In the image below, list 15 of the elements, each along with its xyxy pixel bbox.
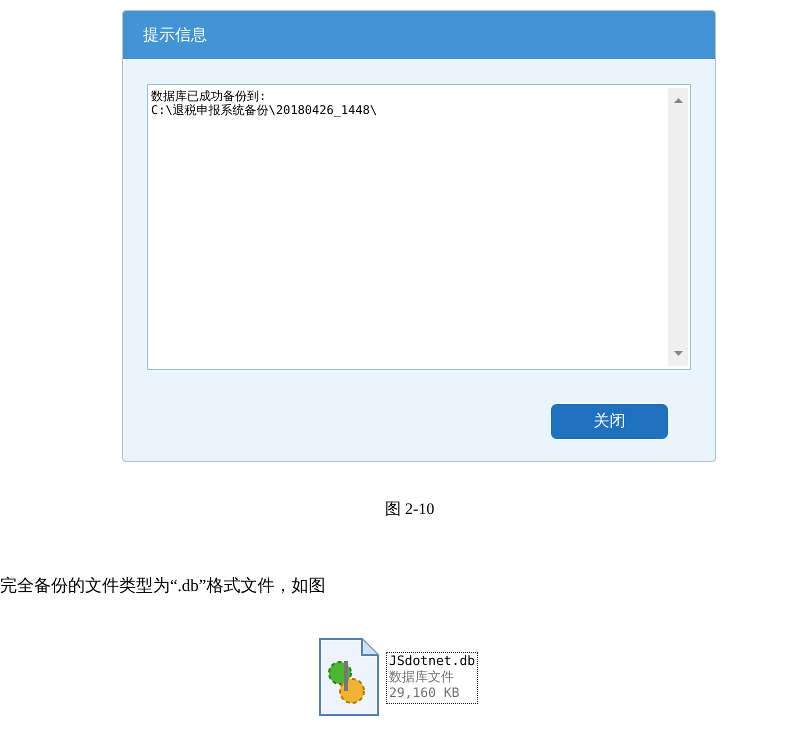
dialog-title: 提示信息 xyxy=(143,24,207,46)
document-gear-icon[interactable] xyxy=(318,637,380,717)
scrollbar[interactable] xyxy=(668,88,688,366)
file-label[interactable]: JSdotnet.db 数据库文件 29,160 KB xyxy=(386,652,478,704)
message-box[interactable]: 数据库已成功备份到: C:\退税申报系统备份\20180426_1448\ xyxy=(147,84,691,370)
message-line: 数据库已成功备份到: xyxy=(151,89,266,103)
figure-caption: 图 2-10 xyxy=(385,500,434,520)
scroll-up-icon[interactable] xyxy=(674,98,682,103)
message-line: C:\退税申报系统备份\20180426_1448\ xyxy=(151,103,378,117)
close-button[interactable]: 关闭 xyxy=(551,404,668,439)
file-name: JSdotnet.db xyxy=(389,654,476,670)
paragraph: 完全备份的文件类型为“.db”格式文件，如图 xyxy=(0,575,326,597)
file-size: 29,160 KB xyxy=(389,686,460,702)
file-type: 数据库文件 xyxy=(389,670,455,686)
scroll-down-icon[interactable] xyxy=(674,351,682,356)
